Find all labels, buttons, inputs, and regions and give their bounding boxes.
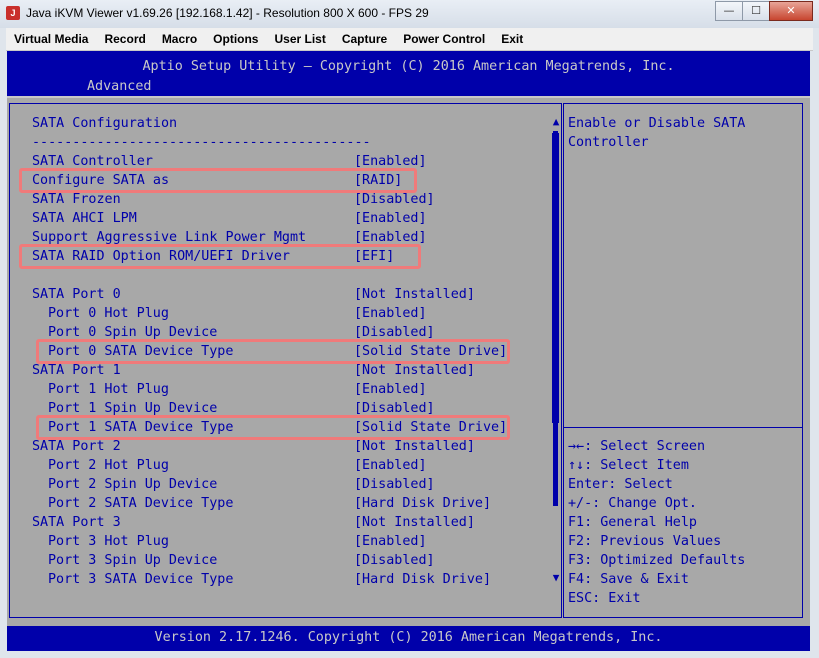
kvm-screen[interactable]: Aptio Setup Utility – Copyright (C) 2016… xyxy=(7,51,810,651)
help-text-line-2: Controller xyxy=(568,135,649,150)
bios-footer: Version 2.17.1246. Copyright (C) 2016 Am… xyxy=(154,630,663,645)
setting-label[interactable]: Port 2 Spin Up Device xyxy=(48,475,217,494)
menu-macro[interactable]: Macro xyxy=(154,28,205,50)
key-help-item: ↑↓: Select Item xyxy=(568,458,689,473)
setting-value[interactable]: [Not Installed] xyxy=(354,513,475,532)
help-divider xyxy=(563,427,803,428)
key-help-item: +/-: Change Opt. xyxy=(568,496,697,511)
menu-user-list[interactable]: User List xyxy=(266,28,333,50)
key-help-item: ESC: Exit xyxy=(568,591,641,606)
tab-advanced[interactable]: Advanced xyxy=(81,77,158,96)
setting-label[interactable]: SATA Frozen xyxy=(32,190,121,209)
maximize-button[interactable]: ☐ xyxy=(742,1,770,21)
setting-value[interactable]: [Enabled] xyxy=(354,456,427,475)
setting-label[interactable]: Port 2 SATA Device Type xyxy=(48,494,233,513)
java-app-icon: J xyxy=(6,6,20,20)
minimize-button[interactable]: — xyxy=(715,1,743,21)
setting-value[interactable]: [Disabled] xyxy=(354,190,435,209)
scroll-up-arrow-icon[interactable]: ▲ xyxy=(550,115,562,129)
key-help-item: F2: Previous Values xyxy=(568,534,722,549)
window-titlebar: J Java iKVM Viewer v1.69.26 [192.168.1.4… xyxy=(0,0,819,28)
menu-bar: Virtual Media Record Macro Options User … xyxy=(6,28,813,51)
close-button[interactable]: ✕ xyxy=(769,1,813,21)
setting-label[interactable]: SATA Port 1 xyxy=(32,361,121,380)
key-help-item: F1: General Help xyxy=(568,515,697,530)
menu-record[interactable]: Record xyxy=(96,28,153,50)
setting-value[interactable]: [Enabled] xyxy=(354,380,427,399)
highlight-box xyxy=(19,244,421,269)
setting-value[interactable]: [Not Installed] xyxy=(354,285,475,304)
setting-value[interactable]: [Not Installed] xyxy=(354,361,475,380)
scrollbar-thumb[interactable] xyxy=(552,133,559,423)
help-text-line-1: Enable or Disable SATA xyxy=(568,116,746,131)
setting-value[interactable]: [Not Installed] xyxy=(354,437,475,456)
key-help-item: Enter: Select xyxy=(568,477,673,492)
setting-label[interactable]: Port 0 Hot Plug xyxy=(48,304,169,323)
section-separator: ----------------------------------------… xyxy=(32,135,371,150)
key-help-item: F4: Save & Exit xyxy=(568,572,689,587)
setting-value[interactable]: [Enabled] xyxy=(354,532,427,551)
menu-power-control[interactable]: Power Control xyxy=(395,28,493,50)
setting-label[interactable]: Port 3 Hot Plug xyxy=(48,532,169,551)
menu-capture[interactable]: Capture xyxy=(334,28,395,50)
menu-options[interactable]: Options xyxy=(205,28,266,50)
setting-label[interactable]: SATA AHCI LPM xyxy=(32,209,137,228)
setting-value[interactable]: [Hard Disk Drive] xyxy=(354,494,491,513)
setting-label[interactable]: SATA Port 3 xyxy=(32,513,121,532)
key-help-item: F3: Optimized Defaults xyxy=(568,553,746,568)
menu-virtual-media[interactable]: Virtual Media xyxy=(6,28,96,50)
setting-label[interactable]: Port 3 SATA Device Type xyxy=(48,570,233,589)
section-title: SATA Configuration xyxy=(32,116,178,131)
bios-header: Aptio Setup Utility – Copyright (C) 2016… xyxy=(142,59,675,74)
menu-exit[interactable]: Exit xyxy=(493,28,531,50)
setting-value[interactable]: [Hard Disk Drive] xyxy=(354,570,491,589)
window-controls: — ☐ ✕ xyxy=(715,1,813,21)
setting-label[interactable]: Port 2 Hot Plug xyxy=(48,456,169,475)
key-help-item: →←: Select Screen xyxy=(568,439,706,454)
setting-value[interactable]: [Enabled] xyxy=(354,209,427,228)
scroll-down-arrow-icon[interactable]: ▼ xyxy=(550,571,562,585)
setting-value[interactable]: [Disabled] xyxy=(354,551,435,570)
setting-label[interactable]: Port 1 Hot Plug xyxy=(48,380,169,399)
window-title: Java iKVM Viewer v1.69.26 [192.168.1.42]… xyxy=(26,6,429,20)
setting-label[interactable]: SATA Port 2 xyxy=(32,437,121,456)
setting-label[interactable]: SATA Port 0 xyxy=(32,285,121,304)
setting-value[interactable]: [Enabled] xyxy=(354,304,427,323)
setting-label[interactable]: Port 3 Spin Up Device xyxy=(48,551,217,570)
setting-value[interactable]: [Disabled] xyxy=(354,475,435,494)
